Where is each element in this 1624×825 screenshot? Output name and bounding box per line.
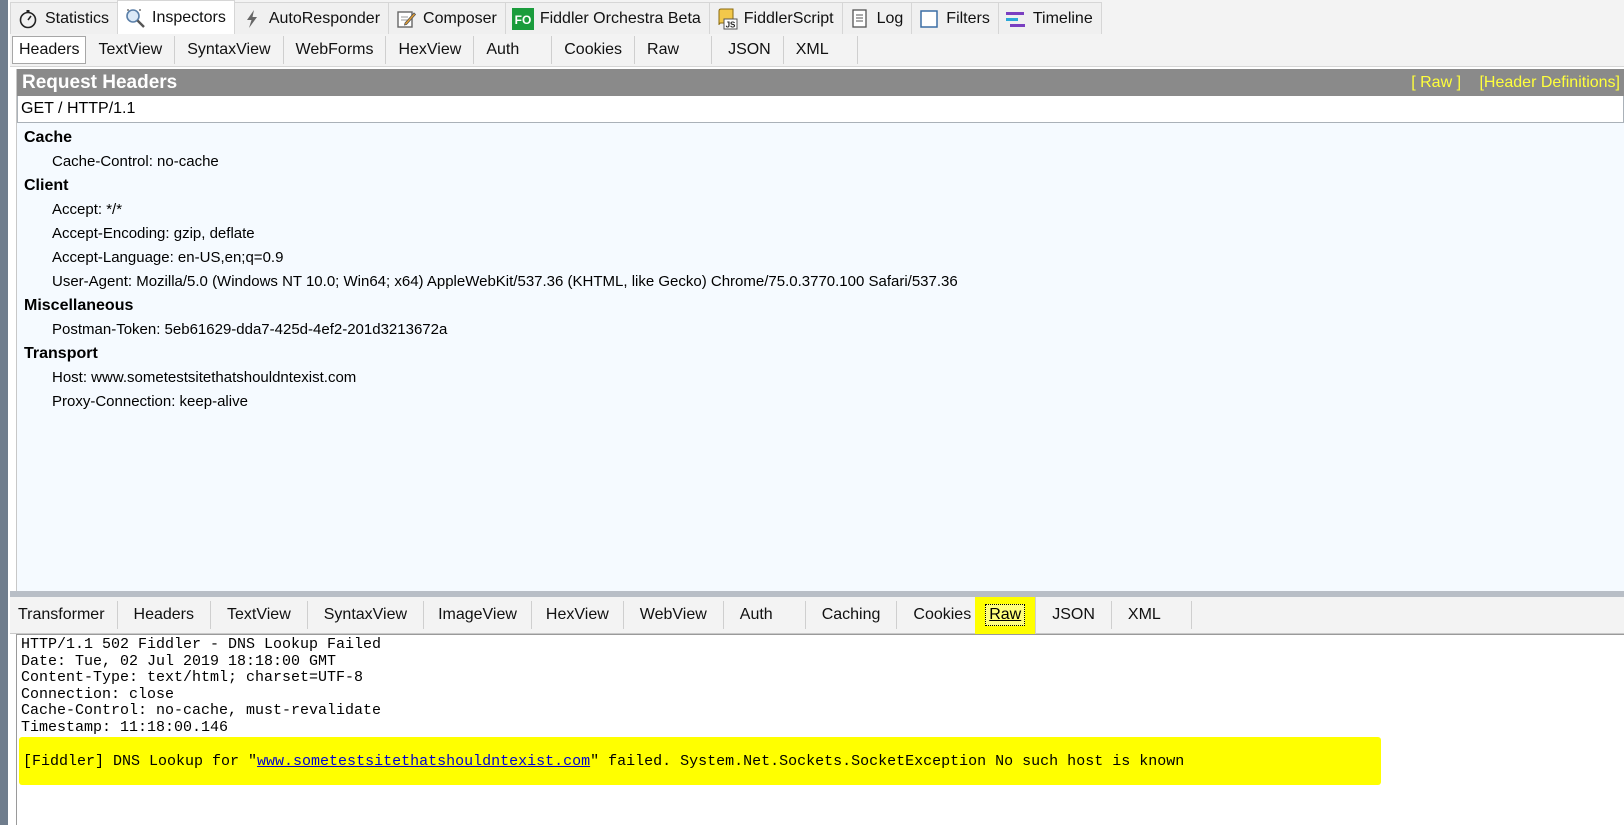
tab-autoresponder[interactable]: AutoResponder (233, 2, 390, 34)
fo-icon-text: FO (514, 13, 531, 27)
req-tab-headers[interactable]: Headers (12, 36, 87, 64)
group-name: Transport (24, 345, 98, 362)
body-prefix: [Fiddler] DNS Lookup for " (23, 752, 258, 770)
tab-label: Statistics (45, 9, 110, 27)
raw-response-body: [Fiddler] DNS Lookup for " www.sometestsi… (19, 737, 1381, 785)
tab-inspectors[interactable]: Inspectors (117, 0, 235, 34)
group-name: Cache (24, 129, 73, 146)
tab-label: Inspectors (152, 8, 226, 26)
tab-label: AutoResponder (268, 9, 381, 27)
resp-tab-json[interactable]: JSON (1036, 601, 1112, 629)
resp-tab-hexview[interactable]: HexView (532, 601, 624, 629)
fo-icon: FO (511, 7, 534, 30)
group-name: Client (24, 177, 69, 194)
tab-statistics[interactable]: Statistics (10, 2, 119, 34)
req-tab-auth[interactable]: Auth (474, 36, 553, 64)
raw-link[interactable]: [ Raw ] (1411, 74, 1461, 91)
resp-tab-cookies[interactable]: Cookies (897, 601, 975, 629)
header-line: Accept-Language: en-US,en;q=0.9 (52, 249, 284, 266)
header-group-transport: Transport Host: www.sometestsitethatshou… (24, 342, 1624, 414)
request-headers-title: Request Headers (22, 71, 178, 93)
lightning-icon (241, 8, 263, 30)
magnifier-icon (124, 7, 146, 29)
script-icon: JS (716, 8, 738, 30)
window-left-edge (0, 0, 8, 825)
req-tab-textview[interactable]: TextView (86, 36, 176, 64)
raw-line: Content-Type: text/html; charset=UTF-8 (21, 669, 364, 686)
timeline-icon (1005, 8, 1027, 30)
tool-tabs: Statistics Inspectors AutoResponder Comp… (10, 0, 1624, 34)
req-tab-cookies[interactable]: Cookies (552, 36, 636, 64)
raw-line: Date: Tue, 02 Jul 2019 18:18:00 GMT (21, 652, 337, 670)
body-suffix: " failed. System.Net.Sockets.SocketExcep… (590, 752, 1194, 770)
tab-log[interactable]: Log (841, 2, 913, 34)
raw-response-headers: HTTP/1.1 502 Fiddler - DNS Lookup Failed… (17, 635, 1624, 736)
req-tab-json[interactable]: JSON (712, 36, 784, 64)
req-tab-hexview[interactable]: HexView (386, 36, 475, 64)
filters-checkbox-icon (918, 8, 940, 30)
header-group-client: Client Accept: */* Accept-Encoding: gzip… (24, 174, 1624, 294)
header-definitions-link[interactable]: [Header Definitions] (1479, 74, 1620, 91)
raw-line: HTTP/1.1 502 Fiddler - DNS Lookup Failed (21, 636, 382, 653)
header-line: User-Agent: Mozilla/5.0 (Windows NT 10.0… (52, 273, 958, 290)
tab-fiddlerscript[interactable]: JS FiddlerScript (708, 2, 843, 34)
resp-tab-webview[interactable]: WebView (624, 601, 724, 629)
req-tab-raw[interactable]: Raw (635, 36, 713, 64)
resp-tab-headers[interactable]: Headers (118, 601, 212, 629)
resp-tab-caching[interactable]: Caching (806, 601, 898, 629)
resp-tab-imageview[interactable]: ImageView (424, 601, 532, 629)
resp-tab-textview[interactable]: TextView (211, 601, 308, 629)
log-icon (849, 8, 871, 30)
response-inspector-tabs: Transformer Headers TextView SyntaxView … (10, 596, 1624, 634)
header-line: Accept: */* (52, 201, 123, 218)
tab-label: Filters (946, 9, 990, 27)
req-tab-syntaxview[interactable]: SyntaxView (175, 36, 284, 64)
req-tab-xml[interactable]: XML (784, 36, 858, 64)
raw-line: Connection: close (21, 685, 175, 703)
header-line: Proxy-Connection: keep-alive (52, 393, 248, 410)
tab-label: Composer (423, 9, 497, 27)
resp-tab-syntaxview[interactable]: SyntaxView (308, 601, 425, 629)
header-group-cache: Cache Cache-Control: no-cache (24, 126, 1624, 174)
title-links: [ Raw ] [Header Definitions] (1397, 74, 1620, 92)
raw-response-view[interactable]: HTTP/1.1 502 Fiddler - DNS Lookup Failed… (16, 634, 1624, 825)
header-groups: Cache Cache-Control: no-cache Client Acc… (17, 123, 1624, 414)
header-line: Accept-Encoding: gzip, deflate (52, 225, 255, 242)
header-line: Cache-Control: no-cache (52, 153, 219, 170)
composer-icon (395, 8, 417, 30)
request-inspector-tabs: Headers TextView SyntaxView WebForms Hex… (10, 34, 1624, 67)
script-icon-text: JS (725, 20, 735, 29)
resp-tab-transformer[interactable]: Transformer (10, 601, 118, 629)
tab-filters[interactable]: Filters (911, 2, 999, 34)
request-headers-panel: Request Headers [ Raw ] [Header Definiti… (16, 69, 1624, 591)
tab-fiddler-orchestra[interactable]: FO Fiddler Orchestra Beta (504, 2, 710, 34)
resp-tab-auth[interactable]: Auth (724, 601, 806, 629)
request-headers-title-bar: Request Headers [ Raw ] [Header Definiti… (17, 69, 1624, 96)
tab-label: Log (876, 9, 904, 27)
req-tab-webforms[interactable]: WebForms (284, 36, 387, 64)
group-name: Miscellaneous (24, 297, 134, 314)
header-line: Host: www.sometestsitethatshouldntexist.… (52, 369, 357, 386)
tab-label: Fiddler Orchestra Beta (539, 9, 701, 27)
resp-tab-raw-label: Raw (985, 604, 1026, 626)
tab-label: Timeline (1032, 9, 1093, 27)
header-group-miscellaneous: Miscellaneous Postman-Token: 5eb61629-dd… (24, 294, 1624, 342)
header-line: Postman-Token: 5eb61629-dda7-425d-4ef2-2… (52, 321, 448, 338)
host-link[interactable]: www.sometestsitethatshouldntexist.com (257, 753, 590, 770)
tab-label: FiddlerScript (743, 9, 834, 27)
stopwatch-icon (17, 8, 39, 30)
resp-tab-xml[interactable]: XML (1112, 601, 1192, 629)
tab-composer[interactable]: Composer (388, 2, 506, 34)
tab-timeline[interactable]: Timeline (997, 2, 1102, 34)
resp-tab-raw[interactable]: Raw (975, 596, 1037, 634)
request-line: GET / HTTP/1.1 (17, 96, 1624, 123)
raw-line: Timestamp: 11:18:00.146 (21, 718, 229, 736)
raw-line: Cache-Control: no-cache, must-revalidate (21, 702, 382, 719)
